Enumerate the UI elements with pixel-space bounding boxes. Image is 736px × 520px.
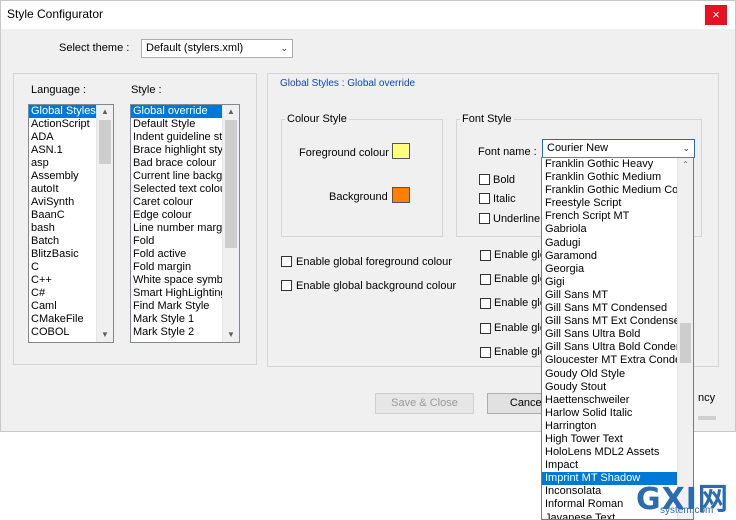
italic-checkbox[interactable] (479, 193, 490, 204)
theme-label: Select theme : (59, 42, 130, 54)
panel-header: Global Styles : Global override (280, 78, 416, 89)
font-option[interactable]: Franklin Gothic Heavy (542, 158, 693, 171)
foreground-swatch[interactable] (392, 143, 410, 159)
font-option[interactable]: Gill Sans Ultra Bold (542, 328, 693, 341)
font-option[interactable]: French Script MT (542, 210, 693, 223)
font-option[interactable]: Harrington (542, 420, 693, 433)
scroll-down-icon[interactable]: ▼ (97, 328, 113, 342)
global-font-label: Enable glo (494, 249, 546, 261)
font-option[interactable]: Freestyle Script (542, 197, 693, 210)
chevron-down-icon: ⌄ (280, 43, 288, 53)
scroll-down-icon[interactable]: ▼ (223, 328, 239, 342)
global-size-label: Enable glo (494, 273, 546, 285)
title-bar: Style Configurator × (1, 1, 735, 29)
global-bg-label: Enable global background colour (296, 280, 457, 292)
font-option[interactable]: Franklin Gothic Medium Con (542, 184, 693, 197)
bold-checkbox[interactable] (479, 174, 490, 185)
close-button[interactable]: × (705, 5, 727, 25)
background-label: Background (329, 191, 388, 203)
font-name-label: Font name : (478, 146, 537, 158)
font-option[interactable]: Georgia (542, 263, 693, 276)
bold-label: Bold (493, 174, 516, 186)
font-option[interactable]: Gill Sans MT Condensed (542, 302, 693, 315)
global-size-checkbox[interactable] (480, 274, 491, 285)
font-option[interactable]: HoloLens MDL2 Assets (542, 446, 693, 459)
global-bold-checkbox[interactable] (480, 298, 491, 309)
scroll-thumb[interactable] (99, 120, 111, 164)
scroll-thumb[interactable] (680, 323, 691, 363)
font-option[interactable]: Gabriola (542, 223, 693, 236)
scroll-thumb[interactable] (225, 120, 237, 248)
transparency-label: ncy (698, 392, 716, 404)
style-label: Style : (131, 84, 162, 96)
font-option[interactable]: Franklin Gothic Medium (542, 171, 693, 184)
font-option[interactable]: Haettenschweiler (542, 394, 693, 407)
global-bold-label: Enable glo (494, 297, 546, 309)
save-close-button[interactable]: Save & Close (375, 393, 474, 414)
font-option[interactable]: Garamond (542, 250, 693, 263)
font-option[interactable]: Gloucester MT Extra Conde (542, 354, 693, 367)
font-option[interactable]: Gill Sans Ultra Bold Condens (542, 341, 693, 354)
window-title: Style Configurator (7, 7, 104, 21)
global-underline-label: Enable glo (494, 346, 546, 358)
italic-label: Italic (493, 193, 516, 205)
underline-checkbox[interactable] (479, 213, 490, 224)
font-option[interactable]: Gill Sans MT (542, 289, 693, 302)
scroll-up-icon[interactable]: ▲ (97, 105, 113, 119)
font-option[interactable]: Gigi (542, 276, 693, 289)
language-scrollbar[interactable]: ▲ ▼ (96, 105, 113, 342)
colour-style-group (281, 119, 443, 237)
global-fg-label: Enable global foreground colour (296, 256, 452, 268)
global-italic-label: Enable glo (494, 322, 546, 334)
style-listbox[interactable]: Global override Default Style Indent guide… (130, 104, 240, 343)
foreground-label: Foreground colour (299, 147, 389, 159)
language-listbox[interactable]: Global Styles ActionScript ADA ASN.1 asp Asse… (28, 104, 114, 343)
chevron-down-icon: ⌄ (682, 143, 690, 153)
style-scrollbar[interactable]: ▲ ▼ (222, 105, 239, 342)
global-bg-checkbox[interactable] (281, 280, 292, 291)
font-name-select[interactable]: Courier New ⌄ (542, 139, 695, 158)
transparency-slider[interactable] (698, 416, 716, 420)
theme-select-value: Default (stylers.xml) (146, 42, 244, 54)
font-name-value: Courier New (547, 142, 609, 154)
scroll-up-icon[interactable]: ⌃ (678, 158, 693, 172)
watermark-site: system.com (660, 505, 714, 516)
global-font-checkbox[interactable] (480, 250, 491, 261)
font-style-title: Font Style (460, 113, 514, 125)
colour-style-title: Colour Style (285, 113, 349, 125)
font-option[interactable]: Impact (542, 459, 693, 472)
global-underline-checkbox[interactable] (480, 347, 491, 358)
font-dropdown-scrollbar[interactable]: ⌃ (677, 158, 693, 519)
language-label: Language : (31, 84, 87, 96)
font-option[interactable]: High Tower Text (542, 433, 693, 446)
theme-select[interactable]: Default (stylers.xml) ⌄ (141, 39, 293, 58)
underline-label: Underline (493, 213, 541, 225)
font-list: Franklin Gothic Heavy Franklin Gothic Med… (542, 158, 693, 519)
font-option[interactable]: Goudy Old Style (542, 368, 693, 381)
font-option[interactable]: Harlow Solid Italic (542, 407, 693, 420)
background-swatch[interactable] (392, 187, 410, 203)
scroll-up-icon[interactable]: ▲ (223, 105, 239, 119)
font-option[interactable]: Goudy Stout (542, 381, 693, 394)
global-italic-checkbox[interactable] (480, 323, 491, 334)
font-dropdown-list[interactable]: Franklin Gothic Heavy Franklin Gothic Med… (541, 157, 694, 520)
global-fg-checkbox[interactable] (281, 256, 292, 267)
font-option[interactable]: Gill Sans MT Ext Condensed (542, 315, 693, 328)
font-option[interactable]: Gadugi (542, 237, 693, 250)
